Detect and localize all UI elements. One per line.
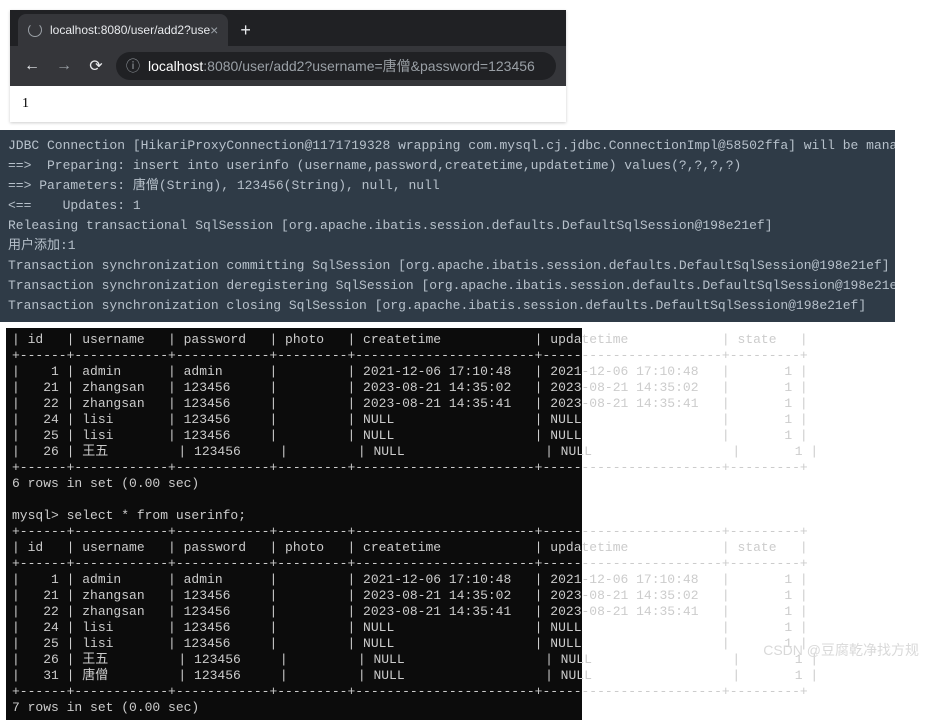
url-input[interactable]: ⓘ localhost:8080/user/add2?username=唐僧&p…: [116, 52, 556, 80]
page-content: 1: [10, 86, 566, 122]
browser-window: localhost:8080/user/add2?use × + ← → ⟳ ⓘ…: [10, 10, 566, 122]
loading-icon: [28, 23, 42, 37]
close-icon[interactable]: ×: [210, 22, 218, 38]
url-text: localhost:8080/user/add2?username=唐僧&pas…: [148, 56, 535, 76]
forward-button[interactable]: →: [52, 57, 76, 75]
mysql-terminal: | id | username | password | photo | cre…: [6, 328, 582, 720]
back-button[interactable]: ←: [20, 57, 44, 75]
browser-tab[interactable]: localhost:8080/user/add2?use ×: [18, 14, 228, 46]
new-tab-button[interactable]: +: [228, 14, 263, 46]
tab-bar: localhost:8080/user/add2?use × +: [10, 10, 566, 46]
reload-button[interactable]: ⟳: [84, 56, 108, 76]
site-info-icon[interactable]: ⓘ: [126, 56, 140, 76]
watermark: CSDN @豆腐乾净找方规: [763, 640, 919, 660]
address-bar: ← → ⟳ ⓘ localhost:8080/user/add2?usernam…: [10, 46, 566, 86]
log-console: JDBC Connection [HikariProxyConnection@1…: [0, 130, 895, 322]
tab-title: localhost:8080/user/add2?use: [50, 23, 210, 37]
